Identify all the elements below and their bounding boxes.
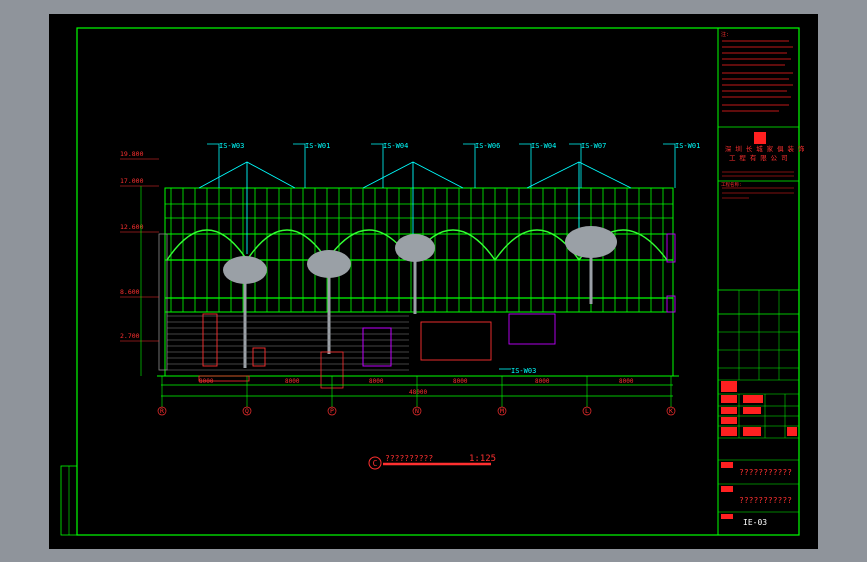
title-row-1: ??????????? — [739, 468, 792, 477]
company-name-line2: 工 程 有 限 公 司 — [729, 153, 788, 162]
tag-is-w04: IS-W04 — [383, 142, 408, 150]
notes-heading: 注: — [721, 31, 729, 38]
tag-is-w01: IS-W01 — [305, 142, 330, 150]
tag-is-w03-b: IS-W03 — [511, 367, 536, 375]
tag-is-w03: IS-W03 — [219, 142, 244, 150]
dim-4: 8000 — [453, 378, 468, 385]
axis-q: Q — [245, 407, 249, 415]
scale-label: 1:125 — [469, 454, 496, 464]
company-name-line1: 深 圳 长 城 家 俱 装 饰 — [725, 144, 805, 153]
dim-total: 48000 — [409, 389, 427, 396]
drawing-title: ?????????? — [385, 454, 433, 463]
section-title: C ?????????? 1:125 — [368, 454, 496, 470]
elev-2700: 2.700 — [120, 332, 140, 340]
axis-k: K — [669, 407, 673, 415]
elevation-drawing: IS-W03 IS-W01 IS-W04 IS-W06 IS-W04 IS-W0… — [60, 27, 805, 536]
axis-n: N — [415, 407, 419, 415]
axis-l: L — [585, 407, 589, 415]
dim-2: 8000 — [285, 378, 300, 385]
tag-is-w01-b: IS-W01 — [675, 142, 700, 150]
axis-r: R — [160, 407, 164, 415]
material-tags — [207, 143, 676, 370]
elev-8600: 8.600 — [120, 288, 140, 296]
tag-is-w04-b: IS-W04 — [531, 142, 556, 150]
section-marker: C — [373, 459, 378, 468]
drawing-canvas[interactable]: IS-W03 IS-W01 IS-W04 IS-W06 IS-W04 IS-W0… — [49, 14, 818, 549]
tag-is-w06: IS-W06 — [475, 142, 500, 150]
elev-17000: 17.000 — [120, 177, 144, 185]
dim-5: 8000 — [535, 378, 550, 385]
company-logo — [754, 132, 766, 144]
title-block — [717, 27, 800, 536]
dim-1: 8000 — [199, 378, 214, 385]
building-elevation — [157, 161, 679, 389]
drawing-number: IE-03 — [743, 518, 767, 527]
dim-3: 8000 — [369, 378, 384, 385]
dim-6: 8000 — [619, 378, 634, 385]
elev-12600: 12.600 — [120, 223, 144, 231]
project-heading: 工程名称: — [721, 181, 742, 188]
drawing-border — [76, 27, 800, 536]
axis-p: P — [330, 407, 334, 415]
elev-19800: 19.800 — [120, 150, 144, 158]
tag-is-w07: IS-W07 — [581, 142, 606, 150]
title-row-2: ??????????? — [739, 496, 792, 505]
axis-m: M — [500, 407, 504, 415]
